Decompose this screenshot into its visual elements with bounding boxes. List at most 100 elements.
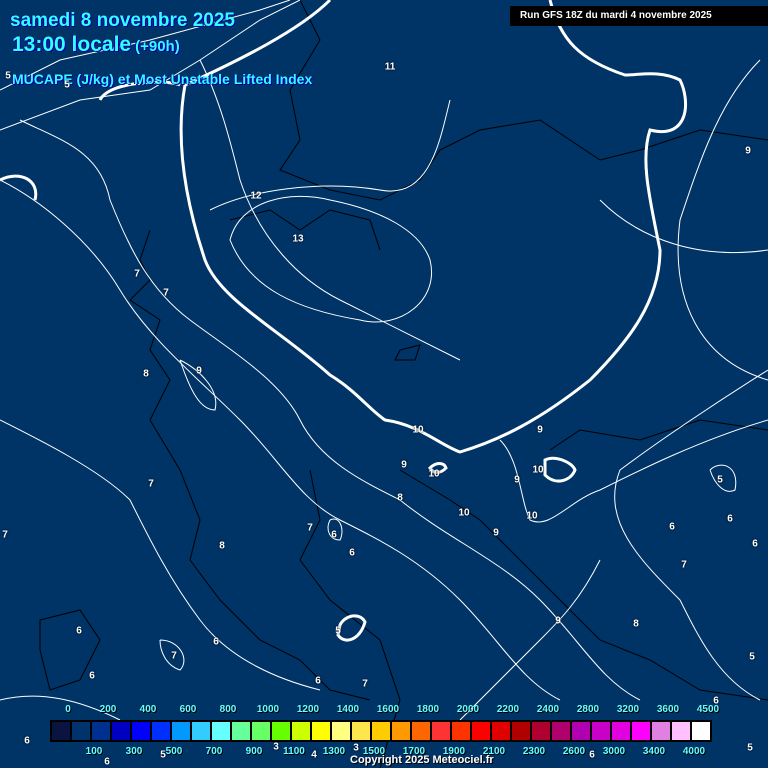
forecast-date: samedi 8 novembre 2025	[10, 10, 235, 31]
run-info: Run GFS 18Z du mardi 4 novembre 2025	[510, 6, 768, 26]
colorbar-top-label: 1600	[376, 704, 400, 715]
forecast-lead-time: (+90h)	[135, 38, 180, 55]
colorbar-swatch	[572, 722, 592, 740]
contour-label: 6	[213, 636, 219, 648]
contour-label: 6	[104, 756, 110, 768]
colorbar-bottom-label: 2300	[522, 746, 546, 757]
colorbar-swatch	[172, 722, 192, 740]
contour-label: 6	[315, 675, 321, 687]
colorbar-swatch	[292, 722, 312, 740]
colorbar-swatch	[132, 722, 152, 740]
colorbar-bottom-label: 3400	[642, 746, 666, 757]
contour-label: 6	[589, 749, 595, 761]
colorbar-top-label: 4500	[696, 704, 720, 715]
contour-label: 7	[171, 650, 177, 662]
contour-label: 5	[747, 742, 753, 754]
contour-lines	[0, 0, 768, 721]
contour-label: 12	[250, 190, 262, 202]
colorbar-bottom-label: 100	[85, 746, 103, 757]
colorbar-swatch	[492, 722, 512, 740]
colorbar-swatch	[392, 722, 412, 740]
colorbar-swatch	[532, 722, 552, 740]
colorbar-swatch	[212, 722, 232, 740]
contour-label: 11	[384, 61, 396, 73]
contour-label: 6	[24, 735, 30, 747]
contour-label: 9	[537, 424, 543, 436]
contour-label: 10	[532, 464, 544, 476]
colorbar-swatch	[352, 722, 372, 740]
contour-label: 6	[727, 513, 733, 525]
contour-label: 6	[89, 670, 95, 682]
colorbar-bottom-label: 2600	[562, 746, 586, 757]
colorbar-top-label: 1200	[296, 704, 320, 715]
colorbar-swatch	[692, 722, 710, 740]
colorbar-top-label: 3200	[616, 704, 640, 715]
colorbar-swatch	[612, 722, 632, 740]
contour-label: 7	[148, 478, 154, 490]
contour-label: 8	[397, 492, 403, 504]
contour-label: 6	[349, 547, 355, 559]
colorbar-top-label: 200	[99, 704, 117, 715]
contour-label: 3	[273, 741, 279, 753]
contour-label: 5	[717, 474, 723, 486]
colorbar-swatch	[592, 722, 612, 740]
contour-label: 10	[458, 507, 470, 519]
contour-label: 9	[745, 145, 751, 157]
colorbar-swatch	[232, 722, 252, 740]
contour-label: 6	[331, 529, 337, 541]
colorbar-top-label: 1000	[256, 704, 280, 715]
colorbar-swatch	[672, 722, 692, 740]
colorbar-bottom-label: 1300	[322, 746, 346, 757]
colorbar-top-label: 2000	[456, 704, 480, 715]
colorbar-bottom-label: 900	[245, 746, 263, 757]
colorbar-top-label: 1800	[416, 704, 440, 715]
contour-label: 4	[311, 749, 317, 761]
colorbar-swatch	[412, 722, 432, 740]
thick-contours	[0, 0, 687, 642]
coastlines	[39, 0, 768, 768]
colorbar-bottom-label: 1100	[283, 746, 305, 757]
contour-label: 9	[555, 615, 561, 627]
contour-label: 10	[428, 468, 440, 480]
colorbar-bottom-label: 300	[125, 746, 143, 757]
colorbar-swatch	[512, 722, 532, 740]
forecast-local-time: 13:00 locale	[12, 33, 132, 56]
colorbar-swatch	[72, 722, 92, 740]
colorbar-bottom-label: 700	[205, 746, 223, 757]
colorbar-swatch	[472, 722, 492, 740]
colorbar-swatch	[632, 722, 652, 740]
colorbar-bottom-label: 3000	[602, 746, 626, 757]
colorbar-swatch	[252, 722, 272, 740]
colorbar-top-label: 0	[65, 704, 71, 715]
colorbar-swatch	[552, 722, 572, 740]
colorbar-swatch	[112, 722, 132, 740]
contour-label: 8	[219, 540, 225, 552]
colorbar-swatch	[92, 722, 112, 740]
colorbar-swatch	[152, 722, 172, 740]
contour-label: 7	[307, 522, 313, 534]
contour-label: 5	[749, 651, 755, 663]
contour-label: 6	[76, 625, 82, 637]
colorbar-swatch	[332, 722, 352, 740]
contour-label: 6	[669, 521, 675, 533]
contour-label: 5	[335, 625, 341, 637]
colorbar-swatch	[192, 722, 212, 740]
copyright: Copyright 2025 Meteociel.fr	[350, 754, 494, 766]
colorbar-top-label: 2800	[576, 704, 600, 715]
colorbar-top-label: 600	[179, 704, 197, 715]
colorbar-bottom-label: 500	[165, 746, 183, 757]
contour-label: 9	[196, 365, 202, 377]
contour-label: 10	[412, 424, 424, 436]
contour-label: 5	[64, 79, 70, 91]
colorbar-top-label: 2200	[496, 704, 520, 715]
contour-label: 5	[5, 70, 11, 82]
contour-label: 7	[2, 529, 8, 541]
contour-label: 9	[493, 527, 499, 539]
mucape-map	[0, 0, 768, 768]
colorbar-top-label: 800	[219, 704, 237, 715]
colorbar-swatch	[272, 722, 292, 740]
parameter-title: MUCAPE (J/kg) et Most Unstable Lifted In…	[12, 71, 313, 87]
forecast-time: 13:00 locale (+90h)	[12, 33, 180, 57]
colorbar-swatch	[372, 722, 392, 740]
colorbar-swatch	[652, 722, 672, 740]
